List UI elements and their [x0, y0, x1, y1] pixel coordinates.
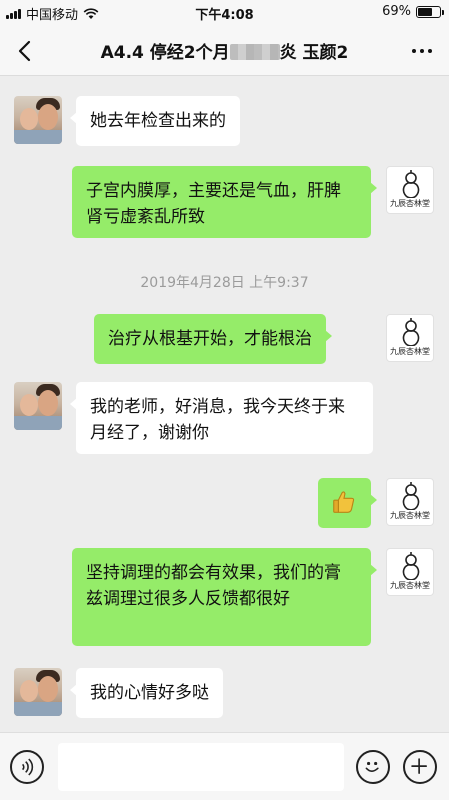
battery-icon	[416, 5, 444, 18]
battery-percent: 69%	[382, 4, 411, 19]
gourd-logo-icon	[402, 482, 420, 510]
plus-icon[interactable]	[403, 750, 437, 784]
contact-avatar[interactable]	[14, 382, 62, 430]
contact-avatar[interactable]	[14, 668, 62, 716]
message-bubble-outgoing[interactable]: 治疗从根基开始，才能根治	[94, 314, 332, 364]
shop-avatar[interactable]: 九辰杏林堂	[386, 548, 434, 596]
shop-avatar[interactable]: 九辰杏林堂	[386, 478, 434, 526]
shop-name: 九辰杏林堂	[390, 347, 430, 356]
status-right: 69%	[382, 4, 444, 19]
message-bubble-outgoing[interactable]: 坚持调理的都会有效果，我们的膏兹调理过很多人反馈都很好	[72, 548, 377, 646]
message-bubble-outgoing[interactable]: 子宫内膜厚，主要还是气血，肝脾肾亏虚紊乱所致	[72, 166, 377, 238]
chat-area[interactable]: 她去年检查出来的 九辰杏林堂 子宫内膜厚，主要还是气血，肝脾肾亏虚紊乱所致 20…	[0, 76, 449, 732]
shop-avatar[interactable]: 九辰杏林堂	[386, 166, 434, 214]
shop-name: 九辰杏林堂	[390, 581, 430, 590]
more-dots-icon[interactable]	[407, 38, 437, 64]
input-bar	[0, 732, 449, 800]
chat-title-start: A4.4 停经2个月	[100, 43, 230, 63]
battery-level	[418, 7, 433, 16]
message-input[interactable]	[58, 743, 344, 791]
gourd-logo-icon	[402, 318, 420, 346]
message-bubble-incoming[interactable]: 我的老师，好消息，我今天终于来月经了，谢谢你	[70, 382, 373, 454]
thumbs-up-icon	[333, 491, 355, 513]
message-bubble-incoming[interactable]: 她去年检查出来的	[70, 96, 240, 146]
chat-title-end: 炎 玉颜2	[279, 43, 349, 63]
emoji-icon[interactable]	[356, 750, 390, 784]
timestamp: 2019年4月28日 上午9:37	[140, 275, 309, 291]
chevron-left-icon[interactable]	[10, 36, 40, 66]
message-bubble-sticker[interactable]	[318, 478, 377, 528]
chat-header: A4.4 停经2个月 炎 玉颜2	[0, 24, 449, 76]
blurred-text	[229, 44, 280, 60]
status-bar: 中国移动 下午4:08 69%	[0, 0, 449, 24]
shop-name: 九辰杏林堂	[390, 199, 430, 208]
shop-avatar[interactable]: 九辰杏林堂	[386, 314, 434, 362]
contact-avatar[interactable]	[14, 96, 62, 144]
shop-name: 九辰杏林堂	[390, 511, 430, 520]
gourd-logo-icon	[402, 552, 420, 580]
gourd-logo-icon	[402, 170, 420, 198]
voice-icon[interactable]	[10, 750, 44, 784]
message-bubble-incoming[interactable]: 我的心情好多哒	[70, 668, 223, 718]
chat-title: A4.4 停经2个月 炎 玉颜2	[60, 38, 389, 63]
